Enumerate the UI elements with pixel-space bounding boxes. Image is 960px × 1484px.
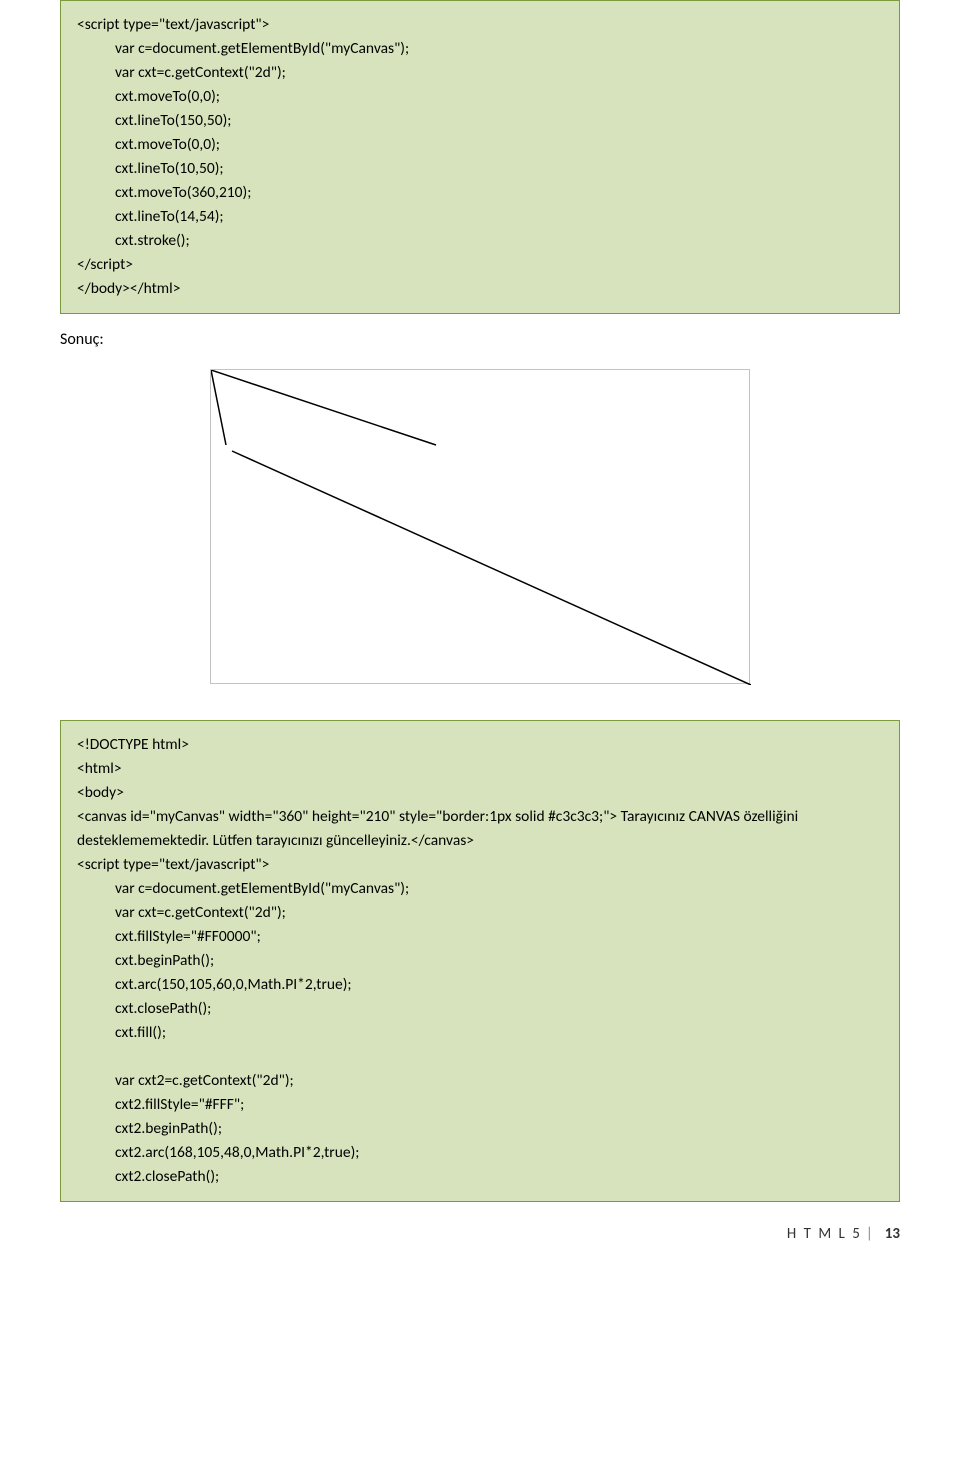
page-footer: H T M L 5 | 13	[60, 1218, 900, 1243]
code-line: cxt2.arc(168,105,48,0,Math.PI*2,true);	[77, 1141, 883, 1165]
code-line: <canvas id="myCanvas" width="360" height…	[77, 805, 883, 853]
canvas-output-wrap	[60, 369, 900, 684]
code-line: cxt2.closePath();	[77, 1165, 883, 1189]
code-line: </script>	[77, 253, 883, 277]
footer-divider: |	[866, 1225, 875, 1243]
code-line: cxt.lineTo(150,50);	[77, 109, 883, 133]
code-line: cxt.lineTo(10,50);	[77, 157, 883, 181]
code-line: var c=document.getElementById("myCanvas"…	[77, 37, 883, 61]
code-line: var cxt=c.getContext("2d");	[77, 901, 883, 925]
code-line: cxt.closePath();	[77, 997, 883, 1021]
code-line: cxt2.fillStyle="#FFF";	[77, 1093, 883, 1117]
document-page: <script type="text/javascript">var c=doc…	[0, 0, 960, 1283]
code-line: <html>	[77, 757, 883, 781]
code-line: cxt.lineTo(14,54);	[77, 205, 883, 229]
result-label: Sonuç:	[60, 330, 900, 349]
code-line: </body></html>	[77, 277, 883, 301]
code-line: var c=document.getElementById("myCanvas"…	[77, 877, 883, 901]
code-line: <script type="text/javascript">	[77, 13, 883, 37]
code-line: cxt.moveTo(0,0);	[77, 85, 883, 109]
code-line: <script type="text/javascript">	[77, 853, 883, 877]
code-line	[77, 1045, 883, 1069]
code-line: cxt.fillStyle="#FF0000";	[77, 925, 883, 949]
code-line: var cxt=c.getContext("2d");	[77, 61, 883, 85]
code-line: cxt.arc(150,105,60,0,Math.PI*2,true);	[77, 973, 883, 997]
code-line: cxt.fill();	[77, 1021, 883, 1045]
code-line: cxt.moveTo(360,210);	[77, 181, 883, 205]
code-box-2: <!DOCTYPE html><html><body><canvas id="m…	[60, 720, 900, 1202]
code-line: cxt.moveTo(0,0);	[77, 133, 883, 157]
footer-title: H T M L 5	[787, 1225, 862, 1243]
footer-page-number: 13	[885, 1225, 900, 1243]
code-line: cxt.stroke();	[77, 229, 883, 253]
code-line: <!DOCTYPE html>	[77, 733, 883, 757]
canvas-output	[210, 369, 750, 684]
code-line: var cxt2=c.getContext("2d");	[77, 1069, 883, 1093]
code-box-1: <script type="text/javascript">var c=doc…	[60, 0, 900, 314]
code-line: cxt.beginPath();	[77, 949, 883, 973]
code-line: <body>	[77, 781, 883, 805]
code-line: cxt2.beginPath();	[77, 1117, 883, 1141]
